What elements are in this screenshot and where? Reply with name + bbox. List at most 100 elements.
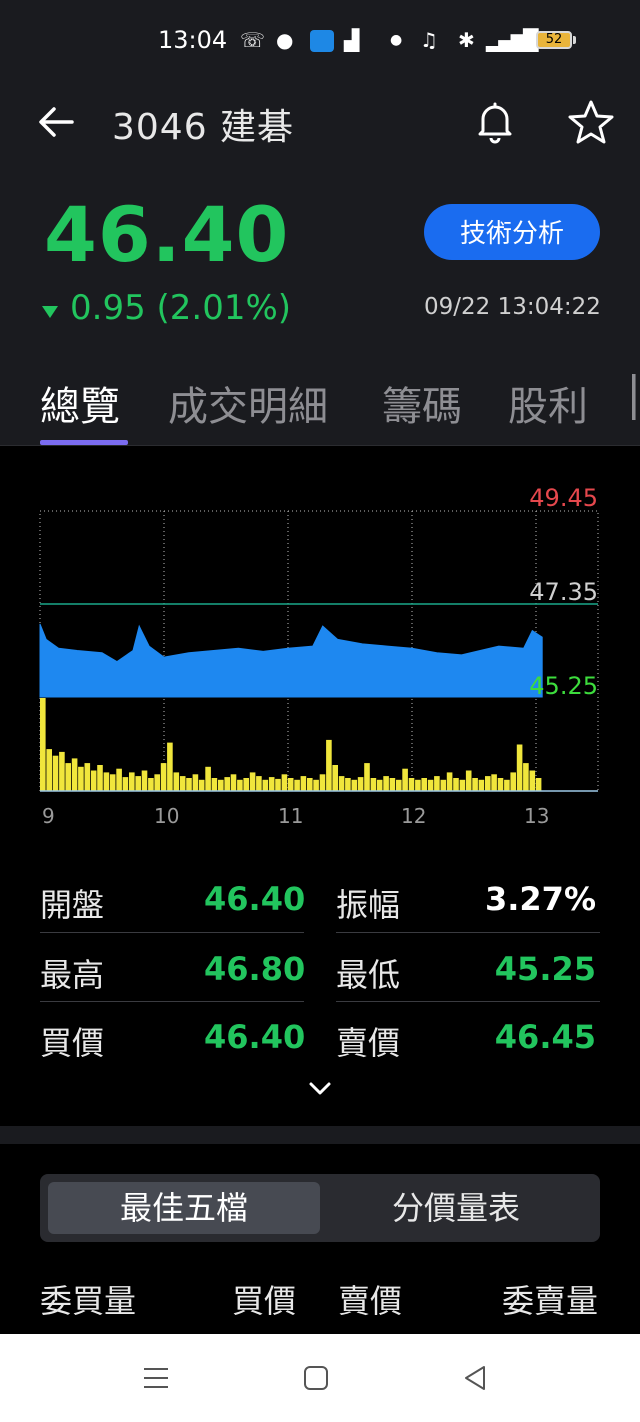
volume-bar: [173, 772, 180, 791]
down-triangle-icon: [42, 306, 58, 318]
back-arrow-icon[interactable]: [36, 102, 76, 142]
volume-bar: [84, 763, 91, 791]
volume-bar: [230, 774, 237, 791]
bell-icon[interactable]: [472, 98, 518, 144]
volume-bar: [446, 772, 453, 791]
mute-icon: ♫: [420, 28, 438, 52]
volume-bar: [357, 777, 364, 791]
volume-bar: [268, 777, 275, 791]
y-tick-ref: 47.35: [529, 578, 598, 606]
volume-bar: [97, 765, 103, 791]
stat-open-label: 開盤: [40, 886, 105, 924]
volume-bar: [78, 766, 84, 791]
tab-chips[interactable]: 籌碼: [382, 374, 462, 432]
volume-bar: [59, 751, 65, 791]
back-triangle-icon[interactable]: [462, 1364, 490, 1392]
volume-bar: [491, 774, 497, 791]
volume-bar: [497, 778, 504, 791]
segment-best-five[interactable]: 最佳五檔: [48, 1182, 320, 1234]
stock-title: 3046 建碁: [112, 107, 295, 148]
volume-bar: [148, 778, 154, 791]
dot-icon: ●: [390, 32, 403, 48]
volume-bar: [434, 776, 440, 791]
volume-bar: [319, 774, 326, 791]
volume-bar: [186, 778, 192, 791]
volume-bar: [421, 778, 427, 791]
volume-bar: [345, 778, 351, 791]
stat-high-value: 46.80: [204, 950, 306, 988]
volume-bar: [427, 779, 434, 791]
tab-overview[interactable]: 總覽: [40, 374, 120, 432]
volume-bar: [504, 779, 510, 791]
volume-bar: [389, 778, 396, 791]
volume-bar: [287, 778, 294, 791]
volume-bar: [218, 779, 224, 791]
x-tick-13: 13: [524, 804, 550, 828]
tab-overflow[interactable]: ▏: [632, 374, 640, 420]
volume-bar: [396, 779, 402, 791]
signal-chart-icon: ▟: [344, 28, 360, 52]
volume-bar: [307, 778, 313, 791]
y-tick-high: 49.45: [529, 484, 598, 512]
price-change: 0.95 (2.01%): [70, 288, 292, 328]
quote-datetime: 09/22 13:04:22: [424, 294, 601, 320]
stat-low-value: 45.25: [494, 950, 596, 988]
volume-bar: [510, 772, 516, 791]
column-ask-price: 賣價: [338, 1282, 403, 1320]
stat-divider: [336, 1001, 600, 1002]
volume-bar: [478, 779, 485, 791]
chevron-down-icon[interactable]: [306, 1074, 334, 1102]
volume-bar: [109, 774, 116, 791]
volume-bar: [459, 779, 466, 791]
stat-low-label: 最低: [336, 956, 401, 994]
volume-bar: [129, 772, 135, 791]
volume-bar: [198, 779, 205, 791]
volume-bar: [275, 778, 281, 791]
volume-bar: [300, 776, 307, 791]
x-tick-9: 9: [42, 804, 55, 828]
volume-bar: [529, 770, 536, 791]
volume-bar: [338, 776, 345, 791]
price-area: [39, 623, 543, 698]
volume-bar: [71, 758, 78, 791]
menu-icon[interactable]: [142, 1364, 170, 1392]
volume-bar: [237, 779, 243, 791]
volume-bar: [141, 770, 148, 791]
volume-bar: [224, 777, 230, 791]
volume-bar: [383, 776, 389, 791]
volume-bar: [516, 744, 523, 791]
x-tick-12: 12: [401, 804, 427, 828]
stat-ask-label: 賣價: [336, 1024, 401, 1062]
volume-bar: [90, 770, 97, 791]
technical-analysis-button[interactable]: 技術分析: [424, 204, 600, 260]
star-icon[interactable]: [566, 98, 616, 146]
volume-bar: [294, 779, 300, 791]
volume-bar: [116, 768, 122, 791]
stat-bid-value: 46.40: [204, 1018, 306, 1056]
volume-bar: [262, 779, 269, 791]
bluetooth-icon: ✱: [458, 28, 475, 52]
volume-bar: [205, 766, 211, 791]
volume-bar: [440, 779, 447, 791]
y-tick-low: 45.25: [529, 672, 598, 700]
x-tick-10: 10: [154, 804, 180, 828]
status-time: 13:04: [158, 26, 228, 54]
home-icon[interactable]: [302, 1364, 330, 1392]
volume-bar: [249, 772, 256, 791]
current-price: 46.40: [44, 190, 290, 279]
volume-bar: [243, 778, 249, 791]
column-ask-volume: 委賣量: [501, 1282, 598, 1320]
tab-trade-details[interactable]: 成交明細: [168, 374, 328, 432]
segment-price-volume[interactable]: 分價量表: [320, 1182, 592, 1234]
volume-bar: [535, 778, 542, 791]
volume-bar: [160, 763, 167, 791]
volume-bar: [351, 779, 358, 791]
stat-bid-label: 買價: [40, 1024, 105, 1062]
volume-bar: [332, 765, 338, 791]
volume-bar: [326, 739, 332, 792]
volume-bar: [46, 749, 52, 791]
stat-divider: [40, 1001, 304, 1002]
stat-ask-value: 46.45: [494, 1018, 596, 1056]
tab-dividend[interactable]: 股利: [508, 374, 588, 432]
volume-bar: [281, 774, 288, 791]
